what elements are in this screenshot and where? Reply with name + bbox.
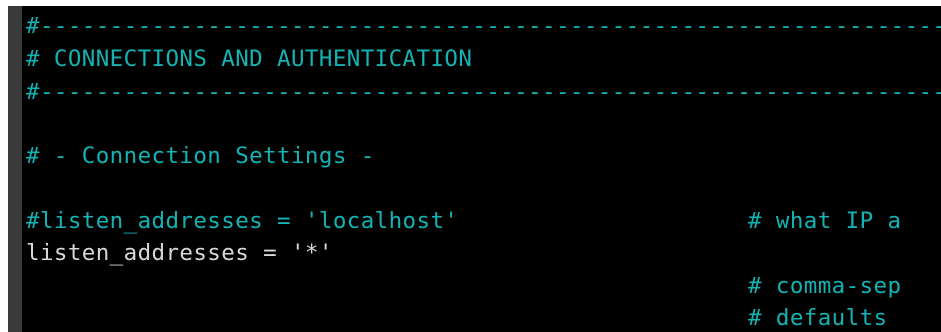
editor-gutter (8, 6, 22, 332)
separator-bottom-line: #---------------------------------------… (26, 79, 941, 105)
comment-continuation-line-1: # comma-sep (748, 273, 902, 299)
terminal-editor[interactable]: #---------------------------------------… (22, 6, 941, 332)
section-title-line: # CONNECTIONS AND AUTHENTICATION (26, 46, 473, 72)
separator-top-line: #---------------------------------------… (26, 13, 941, 39)
comment-continuation-line-2: # defaults (748, 305, 902, 331)
screenshot-frame: #---------------------------------------… (0, 0, 941, 332)
commented-listen-addresses-line: #listen_addresses = 'localhost' (26, 208, 459, 234)
subsection-comment-line: # - Connection Settings - (26, 143, 375, 169)
active-listen-addresses-line: listen_addresses = '*' (26, 240, 333, 266)
listen-addresses-inline-comment: # what IP a (748, 208, 902, 234)
